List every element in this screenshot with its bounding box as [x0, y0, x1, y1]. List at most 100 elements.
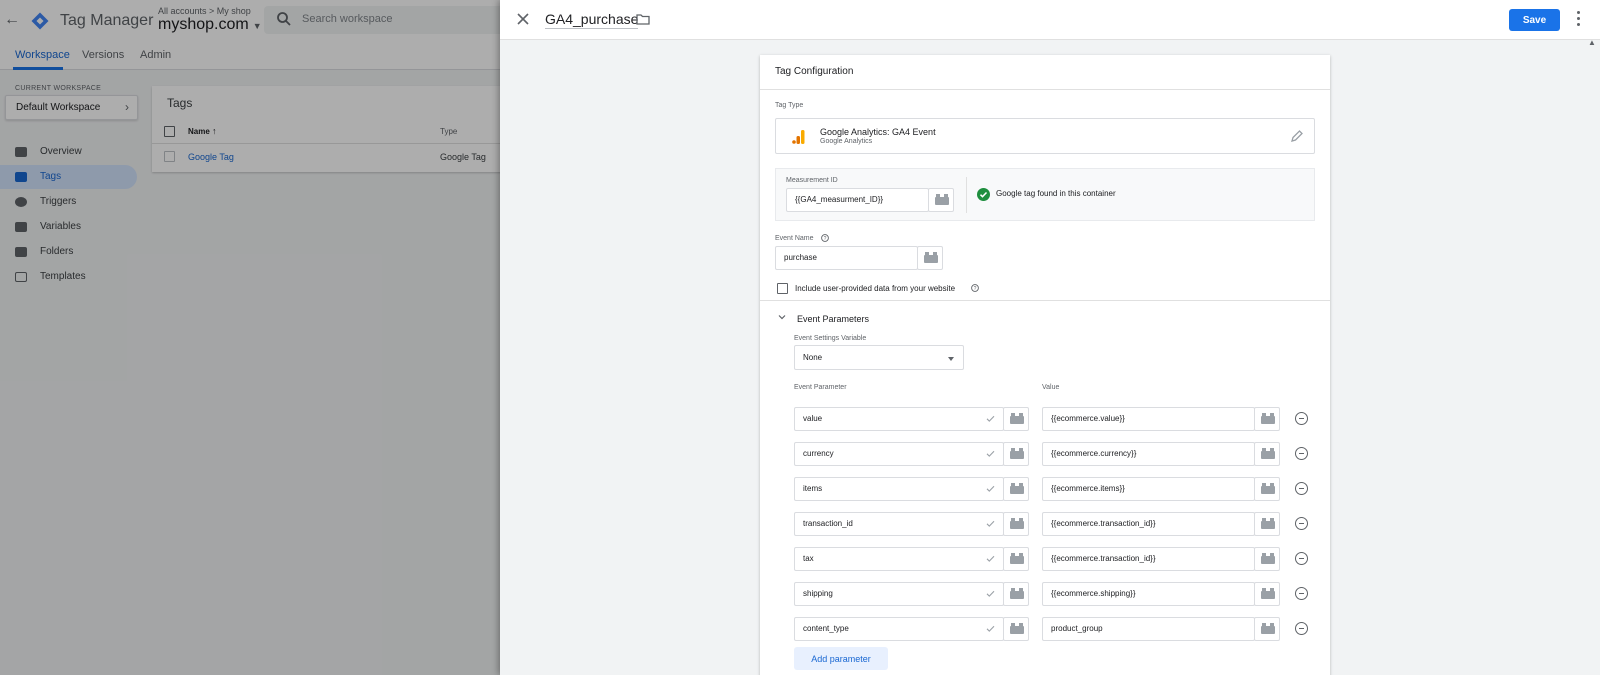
close-icon[interactable]	[514, 10, 532, 28]
event-parameter-value-input[interactable]: {{ecommerce.value}}	[1042, 407, 1255, 431]
event-parameter-name: items	[803, 484, 823, 493]
variable-brick-icon	[935, 194, 949, 205]
variable-picker-button[interactable]	[1254, 582, 1280, 606]
save-button[interactable]: Save	[1509, 9, 1560, 31]
event-parameters-section-title[interactable]: Event Parameters	[797, 314, 869, 324]
more-vert-icon[interactable]	[1576, 10, 1580, 28]
svg-text:?: ?	[824, 236, 827, 242]
variable-picker-button[interactable]	[1003, 582, 1029, 606]
event-parameter-value-input[interactable]: {{ecommerce.transaction_id}}	[1042, 512, 1255, 536]
event-parameter-name-input[interactable]: currency	[794, 442, 1004, 466]
event-parameter-name: tax	[803, 554, 814, 563]
check-icon	[986, 520, 995, 527]
tag-type-subtitle: Google Analytics	[820, 138, 873, 145]
variable-brick-icon	[1010, 413, 1024, 424]
measurement-id-input[interactable]: {{GA4_measurment_ID}}	[786, 188, 929, 212]
event-parameter-value-input[interactable]: {{ecommerce.transaction_id}}	[1042, 547, 1255, 571]
card-title: Tag Configuration	[775, 66, 854, 77]
edit-pencil-icon[interactable]	[1290, 129, 1304, 143]
variable-picker-button[interactable]	[1254, 477, 1280, 501]
variable-picker-button[interactable]	[928, 188, 954, 212]
remove-parameter-icon[interactable]	[1295, 482, 1308, 495]
event-parameter-value: {{ecommerce.transaction_id}}	[1051, 519, 1156, 528]
variable-brick-icon	[1261, 623, 1275, 634]
check-icon	[986, 590, 995, 597]
event-settings-variable-select[interactable]: None	[794, 345, 964, 370]
remove-parameter-icon[interactable]	[1295, 552, 1308, 565]
event-name-value: purchase	[784, 253, 817, 262]
variable-picker-button[interactable]	[917, 246, 943, 270]
help-icon[interactable]: ?	[971, 284, 979, 292]
event-parameter-name-input[interactable]: content_type	[794, 617, 1004, 641]
variable-picker-button[interactable]	[1003, 477, 1029, 501]
tag-name-field[interactable]: GA4_purchase	[545, 11, 639, 29]
variable-picker-button[interactable]	[1003, 617, 1029, 641]
event-parameter-name: value	[803, 414, 823, 423]
event-parameter-name: currency	[803, 449, 834, 458]
remove-parameter-icon[interactable]	[1295, 517, 1308, 530]
user-provided-data-label: Include user-provided data from your web…	[795, 284, 956, 293]
remove-parameter-icon[interactable]	[1295, 412, 1308, 425]
user-provided-data-checkbox[interactable]	[777, 283, 788, 294]
tag-configuration-card: Tag Configuration Tag Type Google Analyt…	[760, 55, 1330, 675]
add-parameter-button[interactable]: Add parameter	[794, 647, 888, 670]
scroll-up-arrow-icon[interactable]: ▲	[1588, 38, 1596, 47]
variable-picker-button[interactable]	[1003, 547, 1029, 571]
variable-brick-icon	[1261, 448, 1275, 459]
variable-picker-button[interactable]	[1254, 512, 1280, 536]
event-parameter-value: {{ecommerce.value}}	[1051, 414, 1125, 423]
event-parameter-value-input[interactable]: {{ecommerce.currency}}	[1042, 442, 1255, 466]
variable-picker-button[interactable]	[1003, 512, 1029, 536]
remove-parameter-icon[interactable]	[1295, 587, 1308, 600]
event-parameter-column-label: Event Parameter	[794, 384, 847, 391]
tag-type-name: Google Analytics: GA4 Event	[820, 127, 936, 137]
event-parameter-name: transaction_id	[803, 519, 853, 528]
variable-picker-button[interactable]	[1003, 407, 1029, 431]
event-parameter-value-input[interactable]: product_group	[1042, 617, 1255, 641]
variable-picker-button[interactable]	[1254, 407, 1280, 431]
event-parameter-name-input[interactable]: tax	[794, 547, 1004, 571]
dropdown-caret-icon	[948, 357, 954, 361]
variable-brick-icon	[1010, 448, 1024, 459]
modal-scrim[interactable]	[0, 0, 500, 675]
measurement-id-value: {{GA4_measurment_ID}}	[795, 195, 884, 204]
value-column-label: Value	[1042, 384, 1060, 391]
divider	[760, 89, 1330, 90]
event-settings-variable-value: None	[803, 353, 823, 362]
measurement-id-label: Measurement ID	[786, 177, 838, 184]
event-parameter-name-input[interactable]: transaction_id	[794, 512, 1004, 536]
event-parameter-name-input[interactable]: items	[794, 477, 1004, 501]
folder-icon[interactable]	[636, 12, 650, 26]
remove-parameter-icon[interactable]	[1295, 447, 1308, 460]
event-parameter-value-input[interactable]: {{ecommerce.items}}	[1042, 477, 1255, 501]
event-name-label: Event Name	[775, 235, 814, 242]
variable-brick-icon	[1010, 518, 1024, 529]
remove-parameter-icon[interactable]	[1295, 622, 1308, 635]
chevron-down-icon[interactable]	[778, 313, 786, 321]
variable-picker-button[interactable]	[1254, 442, 1280, 466]
google-tag-status: Google tag found in this container	[996, 189, 1116, 198]
check-circle-icon	[977, 188, 990, 201]
variable-brick-icon	[1010, 588, 1024, 599]
scrollbar[interactable]	[1587, 48, 1597, 675]
tag-type-label: Tag Type	[775, 102, 804, 109]
event-parameter-name: shipping	[803, 589, 833, 598]
check-icon	[986, 450, 995, 457]
variable-brick-icon	[1261, 483, 1275, 494]
check-icon	[986, 415, 995, 422]
variable-brick-icon	[1010, 483, 1024, 494]
event-parameter-value: {{ecommerce.shipping}}	[1051, 589, 1136, 598]
event-parameter-name-input[interactable]: value	[794, 407, 1004, 431]
variable-brick-icon	[1261, 553, 1275, 564]
tag-editor-panel: GA4_purchase Save ▲ Tag Configuration Ta…	[500, 0, 1600, 675]
event-name-input[interactable]: purchase	[775, 246, 918, 270]
help-icon[interactable]: ?	[821, 234, 829, 242]
event-parameter-name-input[interactable]: shipping	[794, 582, 1004, 606]
event-parameter-value-input[interactable]: {{ecommerce.shipping}}	[1042, 582, 1255, 606]
variable-picker-button[interactable]	[1254, 547, 1280, 571]
event-parameter-value: {{ecommerce.transaction_id}}	[1051, 554, 1156, 563]
tag-type-selector[interactable]: Google Analytics: GA4 Event Google Analy…	[775, 118, 1315, 154]
measurement-id-section: Measurement ID {{GA4_measurment_ID}} Goo…	[775, 168, 1315, 221]
variable-picker-button[interactable]	[1003, 442, 1029, 466]
variable-picker-button[interactable]	[1254, 617, 1280, 641]
